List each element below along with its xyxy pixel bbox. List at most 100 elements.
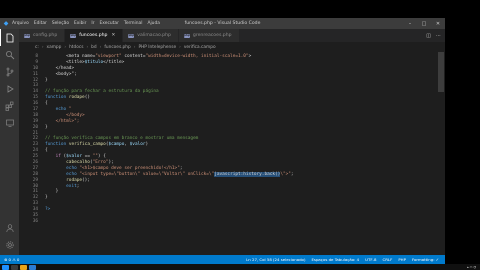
code-token: "Erro" xyxy=(92,160,109,166)
code-token: { xyxy=(45,148,48,154)
code-token: (); xyxy=(82,177,90,183)
code-token: </body> xyxy=(45,112,85,118)
breadcrumb: c: › xampp › htdocs › bd › funcoes.php › PHP Intel… xyxy=(19,42,445,52)
php-file-icon: php xyxy=(24,33,30,38)
code-token: } xyxy=(45,124,48,130)
editor-tab-bar: php config.php php funcoes.php ✕ php valimacao… xyxy=(19,29,445,42)
code-token: <body>"; xyxy=(45,71,77,77)
menu-item-editar[interactable]: Editar xyxy=(34,21,47,26)
code-token: echo xyxy=(55,107,67,113)
more-actions-icon[interactable]: ⋯ xyxy=(436,33,441,39)
breadcrumb-item[interactable]: PHP Intelephense xyxy=(138,45,176,50)
status-item[interactable]: Formatting: ✓ xyxy=(412,257,439,262)
menu-item-arquivo[interactable]: Arquivo xyxy=(12,21,29,26)
remote-explorer-icon[interactable] xyxy=(0,114,19,131)
php-file-icon: php xyxy=(70,33,77,38)
chevron-right-icon: › xyxy=(86,44,89,50)
code-token: "width=device-width, initial-scale=1.0" xyxy=(145,54,249,59)
menu-item-ajuda[interactable]: Ajuda xyxy=(147,21,159,26)
code-token: $campo xyxy=(108,142,125,148)
menu-item-executar[interactable]: Executar xyxy=(100,21,119,26)
code-token: "<h1>$campo deve ser preenchido!</h1>" xyxy=(79,165,180,171)
code-token: content= xyxy=(121,54,146,59)
code-token: </head> xyxy=(45,65,75,71)
menu-item-terminal[interactable]: Terminal xyxy=(124,21,143,26)
file-explorer-icon[interactable] xyxy=(20,264,27,270)
code-editor[interactable]: 8 9 10 11 12 13 14 15 16 17 18 19 20 21 22 23 24 25 26 27 28… xyxy=(19,52,445,255)
breadcrumb-item[interactable]: funcoes.php xyxy=(104,45,130,50)
status-item[interactable]: CRLF xyxy=(382,257,392,262)
code-token: cabecalho xyxy=(66,160,90,166)
code-token: // função verifica campos em branco e mo… xyxy=(45,136,199,142)
menu-item-selecao[interactable]: Seleção xyxy=(52,21,69,26)
split-editor-icon[interactable]: ◫ xyxy=(426,33,431,39)
line-number-gutter: 8 9 10 11 12 13 14 15 16 17 18 19 20 21 22 23 24 25 26 27 28… xyxy=(19,54,41,225)
code-token: </html>"; xyxy=(45,118,80,124)
tab-actions: ◫ ⋯ xyxy=(426,29,445,42)
code-token: "viewport" xyxy=(95,54,122,59)
code-token: function xyxy=(45,95,67,101)
status-item[interactable]: PHP xyxy=(398,257,406,262)
settings-gear-icon[interactable] xyxy=(0,236,19,253)
code-token: $valor xyxy=(66,154,83,160)
vscode-taskbar-icon[interactable] xyxy=(29,264,36,270)
tab-grenreacoes[interactable]: php grenreacoes.php xyxy=(178,29,240,42)
code-token: "<input type=\"button\" value=\"Voltar\"… xyxy=(79,171,215,177)
menu-item-ir[interactable]: Ir xyxy=(91,21,94,26)
code-token: ; xyxy=(290,171,294,177)
search-icon[interactable] xyxy=(0,46,19,63)
code-token: echo xyxy=(66,171,77,177)
breadcrumb-item[interactable]: bd xyxy=(91,45,96,50)
chevron-right-icon: › xyxy=(99,44,102,50)
code-token: exit xyxy=(66,183,77,189)
code-token: ?> xyxy=(45,207,51,213)
code-token: \">" xyxy=(280,171,291,177)
code-token: ; xyxy=(76,183,80,189)
breadcrumb-item[interactable]: c: xyxy=(35,45,39,50)
chevron-right-icon: › xyxy=(41,44,44,50)
php-file-icon: php xyxy=(183,33,190,38)
tab-config[interactable]: php config.php xyxy=(19,29,66,42)
minimize-button[interactable]: – xyxy=(403,18,417,29)
code-token: $titulo xyxy=(84,59,104,65)
vertical-scrollbar[interactable] xyxy=(438,52,444,92)
php-file-icon: php xyxy=(128,33,135,38)
windows-start-icon[interactable] xyxy=(2,264,9,270)
code-token: </title> xyxy=(103,59,125,65)
tab-list: php config.php php funcoes.php ✕ php valimacao… xyxy=(19,29,240,42)
breadcrumb-item[interactable]: xampp xyxy=(47,45,62,50)
run-debug-icon[interactable] xyxy=(0,80,19,97)
breadcrumb-item[interactable]: verifica.campo xyxy=(184,45,216,50)
extensions-icon[interactable] xyxy=(0,97,19,114)
explorer-icon[interactable] xyxy=(0,29,19,46)
status-item[interactable]: Espaços de Tabulação: 4 xyxy=(311,257,359,262)
status-left: ⊗ 0 ⚠ 0 xyxy=(0,257,19,262)
status-item[interactable]: Ln 27, Col 58 (24 selecionado) xyxy=(246,257,305,262)
code-area[interactable]: <meta name="viewport" content="width=dev… xyxy=(45,54,437,225)
breadcrumb-item[interactable]: htdocs xyxy=(69,45,83,50)
screen-frame: ◆ Arquivo Editar Seleção Exibir Ir Executar Te… xyxy=(0,0,480,270)
tray-icons[interactable]: ▴ ▭ ◔ xyxy=(467,265,476,269)
close-window-button[interactable]: ✕ xyxy=(431,18,445,29)
code-token: <meta name= xyxy=(45,54,96,59)
account-icon[interactable] xyxy=(0,219,19,236)
status-item[interactable]: UTF-8 xyxy=(365,257,376,262)
tab-funcoes[interactable]: php funcoes.php ✕ xyxy=(65,29,124,42)
maximize-button[interactable]: □ xyxy=(417,18,431,29)
code-line[interactable] xyxy=(45,219,437,225)
source-control-icon[interactable] xyxy=(0,63,19,80)
chevron-right-icon: › xyxy=(133,44,136,50)
menu-item-exibir[interactable]: Exibir xyxy=(74,21,86,26)
tab-label: config.php xyxy=(33,33,58,38)
close-icon[interactable]: ✕ xyxy=(111,33,115,38)
vscode-logo-icon: ◆ xyxy=(3,20,9,27)
window-controls: – □ ✕ xyxy=(403,18,445,29)
tab-valimacao[interactable]: php valimacao.php xyxy=(123,29,179,42)
problems-indicator[interactable]: ⊗ 0 ⚠ 0 xyxy=(4,257,19,262)
taskbar-app-icon[interactable] xyxy=(11,264,18,270)
code-token: } xyxy=(45,189,59,195)
